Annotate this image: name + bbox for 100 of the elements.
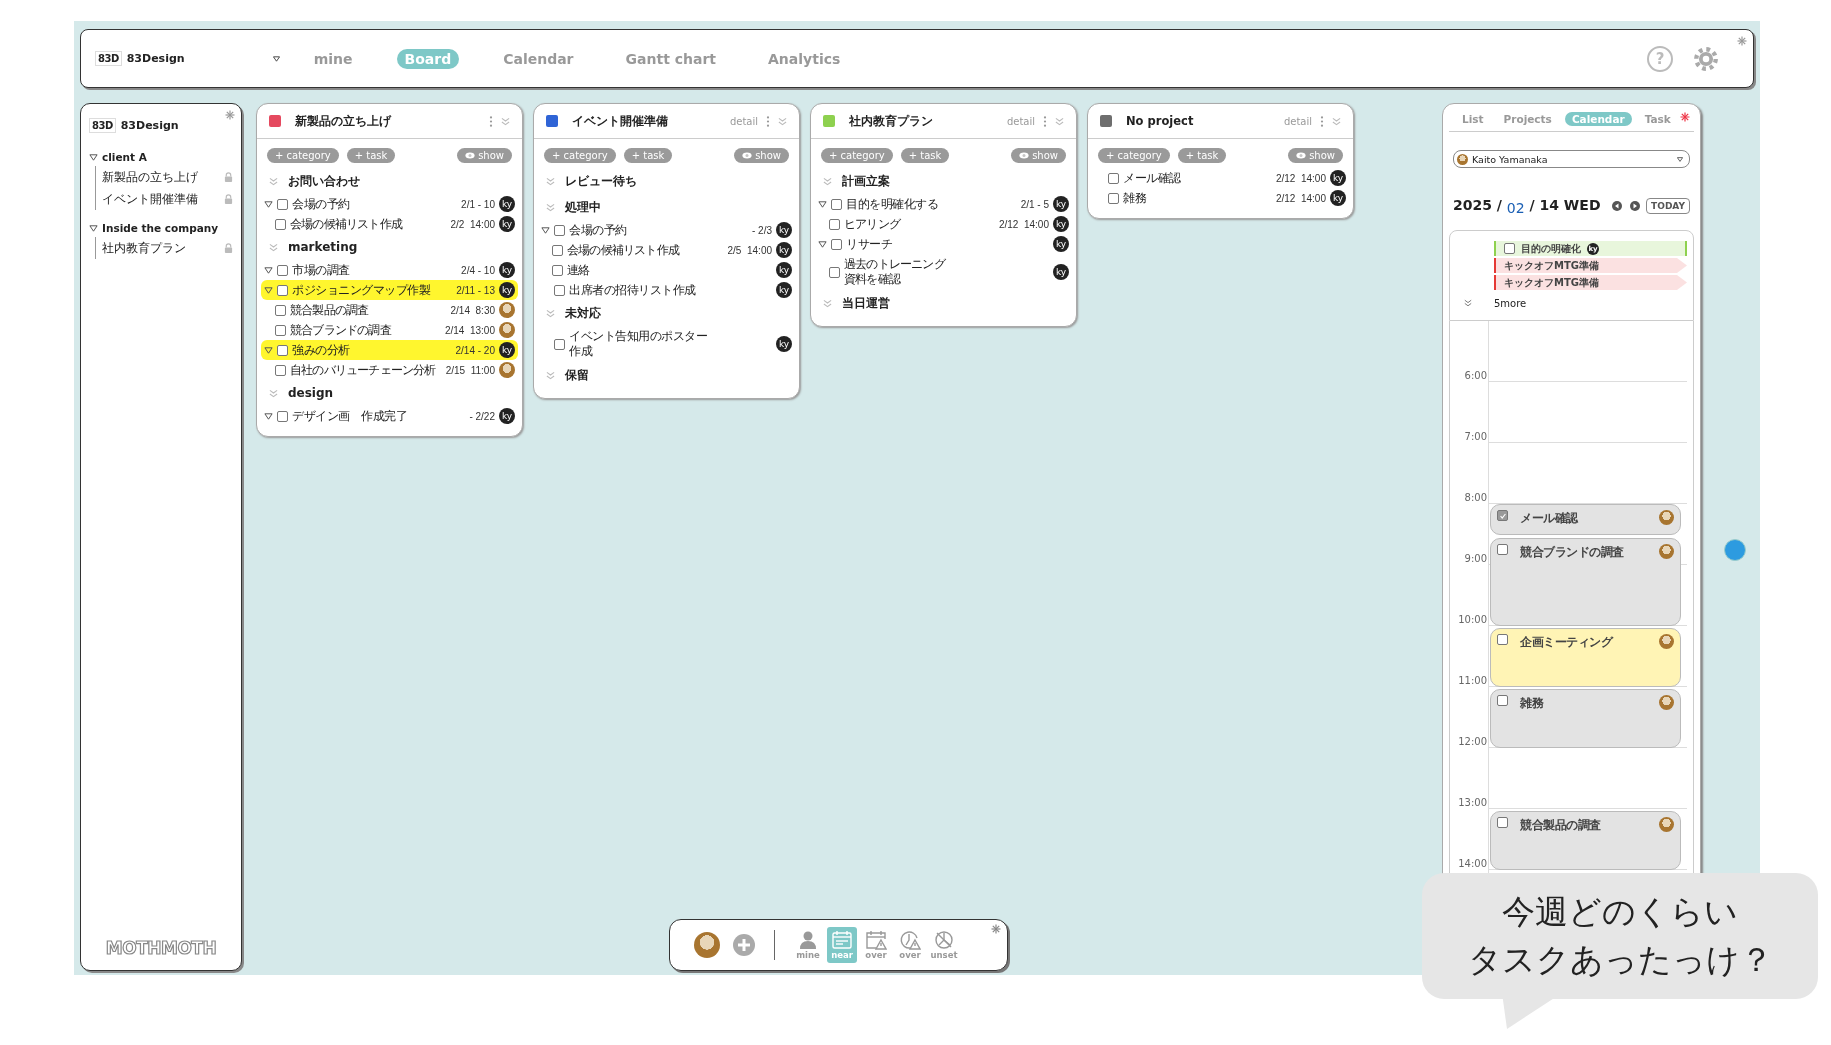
task-checkbox[interactable]: [1497, 510, 1508, 521]
task-checkbox[interactable]: [275, 364, 286, 376]
task-checkbox[interactable]: [829, 266, 840, 278]
project-link[interactable]: 社内教育プラン: [102, 239, 186, 257]
avatar-photo[interactable]: [694, 932, 720, 958]
crossed-clock-icon: [933, 930, 955, 950]
assignee-badge: ky: [776, 242, 792, 258]
workspace-name[interactable]: 83Design: [126, 52, 185, 65]
kebab-menu-icon[interactable]: [489, 115, 493, 127]
assignee-badge: ky: [776, 282, 792, 298]
task-checkbox[interactable]: [831, 238, 842, 250]
task-row[interactable]: イベント告知用のポスター 作成 ky: [538, 326, 795, 362]
assignee-badge: ky: [499, 262, 515, 278]
task-checkbox[interactable]: [1497, 543, 1508, 555]
task-row[interactable]: デザイン画 作成完了 - 2/22 ky: [261, 406, 518, 426]
task-checkbox[interactable]: [277, 410, 288, 422]
task-row[interactable]: 強みの分析 2/14 - 20 ky: [261, 340, 518, 360]
task-row[interactable]: リサーチ ky: [815, 234, 1072, 254]
task-checkbox[interactable]: [554, 224, 565, 236]
task-checkbox[interactable]: [275, 304, 286, 316]
task-checkbox[interactable]: [831, 198, 842, 210]
next-icon[interactable]: [1630, 201, 1641, 211]
task-checkbox[interactable]: [829, 218, 840, 230]
toggle-triangle-icon[interactable]: [541, 225, 550, 235]
assignee-badge: ky: [499, 342, 515, 358]
task-date: 2/12 14:00: [1275, 192, 1326, 204]
task-date: 2/12 14:00: [998, 218, 1049, 230]
calendar-event[interactable]: 雑務: [1490, 689, 1681, 748]
calendar-event[interactable]: 競合製品の調査: [1490, 811, 1681, 870]
task-row[interactable]: 会場の予約 2/1 - 10 ky: [261, 194, 518, 214]
hour-label: 12:00: [1458, 736, 1487, 747]
asterisk-icon: [1680, 112, 1690, 122]
bubble-text: 今週どのくらい: [1502, 891, 1738, 934]
task-checkbox[interactable]: [277, 198, 288, 210]
more-link[interactable]: 5more: [1494, 297, 1527, 309]
task-row[interactable]: 過去のトレーニング 資料を確認 ky: [815, 254, 1072, 290]
today-button[interactable]: TODAY: [1646, 198, 1690, 214]
all-day-event[interactable]: キックオフMTG準備: [1494, 275, 1687, 290]
task-row[interactable]: 会場の候補リスト作成 2/2 14:00 ky: [261, 214, 518, 234]
toggle-triangle-icon[interactable]: [264, 199, 273, 209]
settings-icon[interactable]: [1693, 45, 1719, 72]
task-row[interactable]: 競合ブランドの調査 2/14 13:00: [261, 320, 518, 340]
task-row[interactable]: 連絡 ky: [538, 260, 795, 280]
caret-icon[interactable]: [272, 55, 280, 62]
assignee-badge: ky: [776, 262, 792, 278]
task-date: 2/15 11:00: [445, 364, 495, 376]
task-row[interactable]: 会場の候補リスト作成 2/5 14:00 ky: [538, 240, 795, 260]
task-checkbox[interactable]: [552, 264, 563, 276]
task-row[interactable]: 自社のバリューチェーン分析 2/15 11:00: [261, 360, 518, 380]
task-row[interactable]: 雑務 2/12 14:00 ky: [1092, 188, 1349, 208]
expand-icon[interactable]: [1464, 299, 1472, 307]
client-name[interactable]: client A: [102, 151, 147, 163]
all-day-event[interactable]: キックオフMTG準備: [1494, 258, 1687, 273]
task-checkbox[interactable]: [277, 264, 288, 276]
toggle-triangle-icon[interactable]: [89, 223, 98, 233]
toggle-triangle-icon[interactable]: [264, 411, 273, 421]
task-checkbox[interactable]: [277, 344, 288, 356]
toggle-triangle-icon[interactable]: [264, 285, 273, 295]
task-checkbox[interactable]: [275, 218, 286, 230]
task-checkbox[interactable]: [1108, 192, 1119, 204]
user-select[interactable]: Kaito Yamanaka: [1453, 150, 1690, 168]
toggle-triangle-icon[interactable]: [264, 345, 273, 355]
toggle-triangle-icon[interactable]: [264, 265, 273, 275]
task-row[interactable]: ポジショニングマップ作製 2/11 - 13 ky: [261, 280, 518, 300]
task-checkbox[interactable]: [1497, 817, 1508, 829]
toggle-triangle-icon[interactable]: [818, 199, 827, 209]
project-link[interactable]: イベント開催準備: [102, 190, 198, 208]
task-row[interactable]: ヒアリング 2/12 14:00 ky: [815, 214, 1072, 234]
kebab-menu-icon[interactable]: [1043, 115, 1047, 127]
task-row[interactable]: 市場の調査 2/4 - 10 ky: [261, 260, 518, 280]
project-link[interactable]: 新製品の立ち上げ: [102, 168, 198, 186]
calendar-event[interactable]: 企画ミーティング: [1490, 628, 1681, 687]
task-row[interactable]: メール確認 2/12 14:00 ky: [1092, 168, 1349, 188]
assignee-badge: ky: [1053, 264, 1069, 280]
task-checkbox[interactable]: [1108, 172, 1119, 184]
calendar-event[interactable]: 競合ブランドの調査: [1490, 537, 1681, 626]
task-row[interactable]: 会場の予約 - 2/3 ky: [538, 220, 795, 240]
category-title: marketing: [288, 240, 358, 254]
task-checkbox[interactable]: [552, 244, 563, 256]
task-row[interactable]: 出席者の招待リスト作成 ky: [538, 280, 795, 300]
task-row[interactable]: 目的を明確化する 2/1 - 5 ky: [815, 194, 1072, 214]
task-title: 過去のトレーニング 資料を確認: [844, 257, 947, 287]
event-title: 企画ミーティング: [1520, 634, 1614, 651]
previous-icon[interactable]: [1612, 201, 1623, 211]
task-checkbox[interactable]: [275, 324, 286, 336]
toggle-triangle-icon[interactable]: [89, 152, 98, 162]
client-name[interactable]: Inside the company: [102, 222, 219, 234]
event-title: 競合ブランドの調査: [1520, 543, 1625, 560]
task-checkbox[interactable]: [277, 284, 288, 296]
toggle-triangle-icon[interactable]: [818, 239, 827, 249]
task-checkbox[interactable]: [554, 284, 565, 296]
kebab-menu-icon[interactable]: [766, 115, 770, 127]
task-row[interactable]: 競合製品の調査 2/14 8:30: [261, 300, 518, 320]
add-icon[interactable]: [732, 933, 756, 957]
task-checkbox[interactable]: [1504, 243, 1515, 254]
task-checkbox[interactable]: [1497, 634, 1508, 646]
kebab-menu-icon[interactable]: [1320, 115, 1324, 127]
calendar-event[interactable]: メール確認: [1490, 504, 1681, 535]
task-checkbox[interactable]: [554, 338, 565, 350]
task-checkbox[interactable]: [1497, 695, 1508, 707]
